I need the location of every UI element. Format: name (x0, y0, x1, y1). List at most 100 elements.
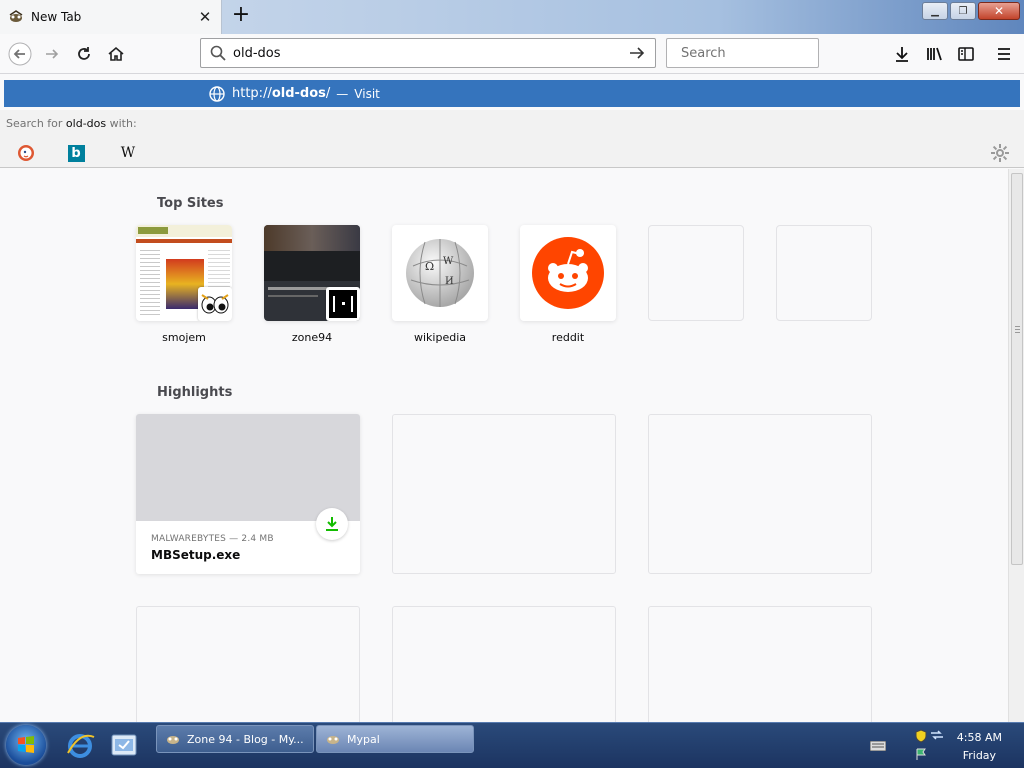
internet-explorer-icon[interactable] (62, 727, 98, 763)
top-site-reddit[interactable]: reddit (520, 225, 616, 344)
svg-text:W: W (443, 256, 454, 267)
highlights-heading: Highlights (157, 385, 233, 400)
top-site-thumbnail (136, 225, 232, 321)
wikipedia-icon[interactable]: W (118, 143, 138, 163)
network-icon[interactable] (930, 729, 944, 741)
close-window-button[interactable]: ✕ (978, 2, 1020, 20)
url-bar[interactable] (200, 38, 656, 68)
top-site-empty (776, 225, 872, 321)
highlight-card-download[interactable]: MALWAREBYTES — 2.4 MB MBSetup.exe (136, 414, 360, 574)
minimize-button[interactable]: ▁ (922, 2, 948, 20)
home-icon (108, 46, 124, 61)
clock[interactable]: 4:58 AM Friday (957, 729, 1002, 765)
top-site-label: reddit (551, 331, 585, 344)
top-site-empty (648, 225, 744, 321)
clock-time: 4:58 AM (956, 731, 1002, 744)
new-tab-page: Top Sites smojem zone94 ΩWИ wikipedia re… (0, 169, 1008, 722)
start-button[interactable] (6, 725, 46, 765)
wikipedia-globe-icon: ΩWИ (392, 225, 488, 321)
taskbar: Zone 94 - Blog - My... Mypal 4:58 AM Fri… (0, 722, 1024, 768)
keyboard-icon[interactable] (870, 741, 886, 751)
globe-icon (209, 85, 225, 102)
clock-day: Friday (962, 749, 997, 762)
top-site-wikipedia[interactable]: ΩWИ wikipedia (392, 225, 488, 344)
back-button[interactable] (6, 40, 34, 68)
go-button[interactable] (627, 43, 647, 63)
tab-new-tab[interactable]: New Tab ✕ (0, 0, 222, 34)
library-button[interactable] (920, 40, 948, 68)
sidebar-button[interactable] (952, 40, 980, 68)
highlight-card-empty (648, 414, 872, 574)
taskbar-item-zone94[interactable]: Zone 94 - Blog - My... (156, 725, 314, 753)
menu-button[interactable] (990, 40, 1018, 68)
mypal-icon (165, 731, 181, 747)
highlight-card-empty (392, 414, 616, 574)
new-tab-button[interactable]: + (230, 4, 252, 27)
system-tray: 4:58 AM Friday (854, 723, 1024, 768)
search-icon (210, 45, 226, 61)
top-site-label: smojem (162, 331, 206, 344)
highlight-card-empty (392, 606, 616, 722)
duckduckgo-icon[interactable] (16, 143, 36, 163)
taskbar-item-mypal[interactable]: Mypal (316, 725, 474, 753)
forward-button[interactable] (38, 40, 66, 68)
suggestion-dash: — (336, 86, 349, 101)
taskbar-item-label: Mypal (347, 732, 380, 746)
navigation-toolbar (0, 34, 1024, 74)
svg-text:И: И (445, 276, 454, 287)
reload-icon (78, 47, 90, 60)
sidebar-icon (958, 47, 974, 61)
bing-icon[interactable]: b (66, 143, 86, 163)
vertical-scrollbar[interactable] (1008, 169, 1024, 722)
tab-strip: New Tab ✕ + ▁ ❐ ✕ (0, 0, 1024, 34)
top-sites-heading: Top Sites (157, 196, 224, 211)
tab-close-icon[interactable]: ✕ (197, 9, 213, 25)
file-manager-icon[interactable] (106, 727, 142, 763)
highlight-card-empty (648, 606, 872, 722)
windows-logo-icon (18, 736, 34, 753)
maximize-button[interactable]: ❐ (950, 2, 976, 20)
mypal-icon (8, 9, 24, 25)
scrollbar-thumb[interactable] (1011, 173, 1023, 565)
window-controls: ▁ ❐ ✕ (922, 2, 1020, 20)
svg-text:Ω: Ω (425, 260, 434, 273)
tab-title: New Tab (31, 10, 82, 24)
zone94-favicon (326, 287, 360, 321)
gear-icon[interactable] (990, 143, 1010, 163)
back-arrow-icon (8, 42, 32, 66)
top-site-label: wikipedia (413, 331, 466, 344)
url-suggestion-row[interactable]: http://old-dos/ — Visit (4, 80, 1020, 107)
taskbar-item-label: Zone 94 - Blog - My... (187, 732, 304, 746)
card-filename: MBSetup.exe (151, 548, 241, 562)
downloads-button[interactable] (888, 40, 916, 68)
action-center-flag-icon[interactable] (914, 747, 928, 761)
suggestion-url: http://old-dos/ (232, 86, 331, 101)
top-site-thumbnail (264, 225, 360, 321)
top-site-smojem[interactable]: smojem (136, 225, 232, 344)
top-site-label: zone94 (291, 331, 333, 344)
go-arrow-icon (630, 47, 645, 59)
search-for-label: Search for old-dos with: (0, 110, 1024, 138)
search-input[interactable] (681, 45, 851, 61)
suggestion-action: Visit (354, 86, 380, 101)
empty-tile (648, 225, 744, 321)
download-icon (896, 47, 908, 62)
download-icon (316, 508, 348, 540)
security-shield-icon[interactable] (914, 729, 928, 743)
one-off-search-engines: b W (0, 138, 1024, 168)
highlight-card-empty (136, 606, 360, 722)
forward-arrow-icon (46, 49, 59, 59)
url-input[interactable] (233, 45, 627, 61)
mypal-icon (325, 731, 341, 747)
hamburger-menu-icon (998, 48, 1010, 60)
smojem-favicon (198, 287, 232, 321)
reddit-icon (520, 225, 616, 321)
reload-button[interactable] (70, 40, 98, 68)
home-button[interactable] (102, 40, 130, 68)
card-meta: MALWAREBYTES — 2.4 MB (151, 534, 274, 544)
search-bar[interactable] (666, 38, 851, 68)
library-icon (927, 47, 942, 61)
card-preview (136, 414, 360, 521)
empty-tile (776, 225, 872, 321)
top-site-zone94[interactable]: zone94 (264, 225, 360, 344)
